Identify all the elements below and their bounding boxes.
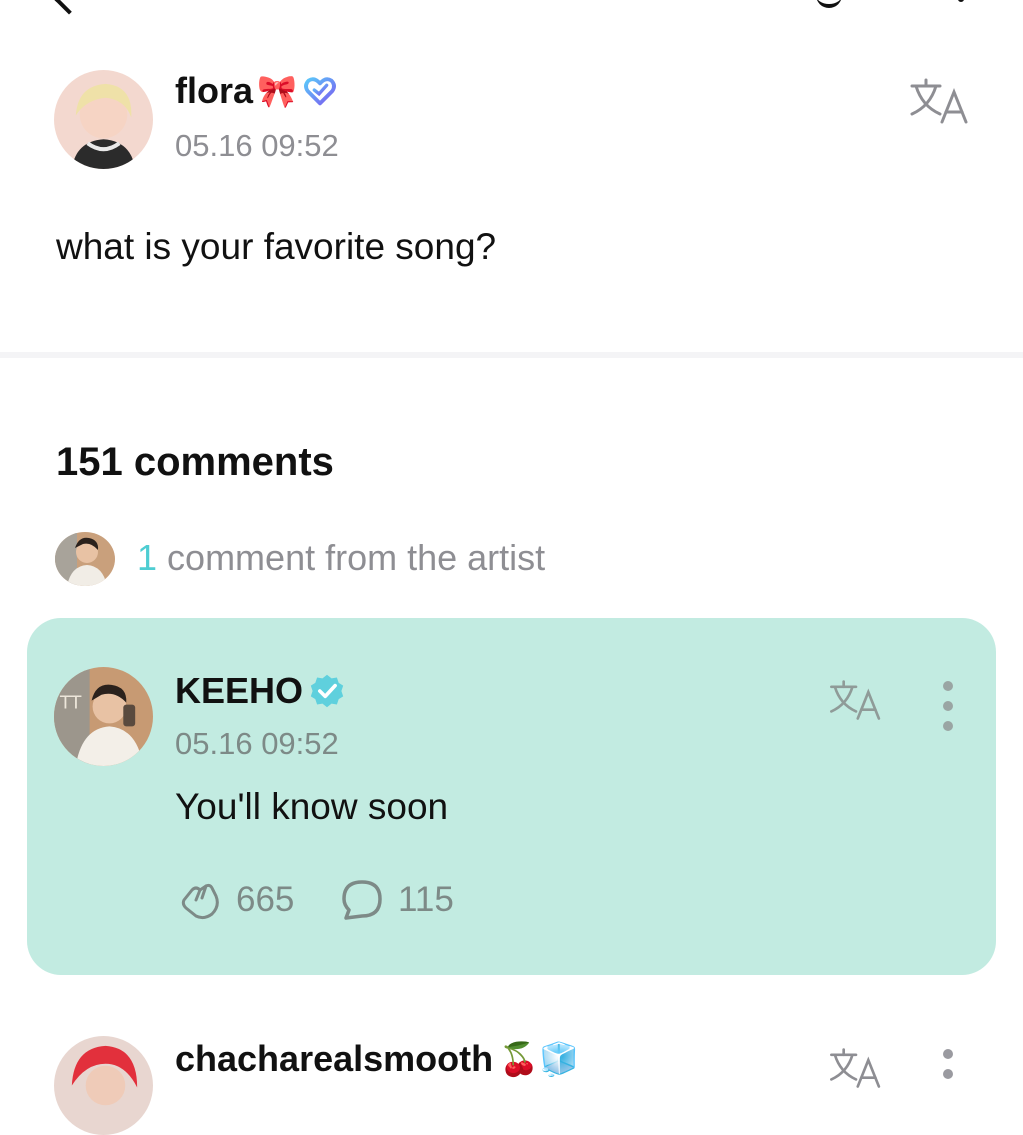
post-author-avatar[interactable] [54,70,153,169]
reply-stat[interactable]: 115 [340,878,454,922]
artist-name[interactable]: KEEHO [175,670,303,712]
post-body-text: what is your favorite song? [56,226,497,267]
artist-comment-timestamp: 05.16 09:52 [175,726,339,761]
more-icon[interactable] [958,0,964,2]
bow-emoji: 🎀 [257,73,297,109]
fan-badge-icon [301,72,339,110]
comments-count: 151 comments [56,440,334,484]
svg-text:TT: TT [59,693,82,714]
section-divider [0,352,1023,358]
share-icon[interactable] [816,0,842,8]
top-navigation-bar [0,0,1023,15]
artist-comment-summary[interactable]: 1 comment from the artist [137,537,545,579]
artist-more-options-icon[interactable] [943,681,953,741]
post-timestamp: 05.16 09:52 [175,128,339,163]
reply-count: 115 [398,880,454,919]
next-comment-author[interactable]: chacharealsmooth [175,1038,493,1080]
cherry-ice-emoji: 🍒🧊 [499,1041,579,1077]
artist-comment-card [27,618,996,975]
like-stat[interactable]: 665 [176,878,294,922]
next-translate-icon[interactable] [827,1046,885,1090]
next-comment-name-row: chacharealsmooth 🍒🧊 [175,1038,579,1080]
post-author-name[interactable]: flora [175,70,253,112]
post-author-row: flora 🎀 [175,70,339,112]
next-comment-avatar[interactable] [54,1036,153,1135]
artist-comment-count: 1 [137,537,158,578]
cheer-icon [176,878,222,922]
artist-mini-avatar [55,532,115,586]
next-more-options-icon[interactable] [943,1049,953,1089]
artist-name-row: KEEHO [175,670,345,712]
like-count: 665 [236,880,295,919]
artist-comment-label: comment from the artist [167,537,546,578]
reply-bubble-icon [340,878,384,922]
artist-avatar[interactable]: TT [54,667,153,766]
artist-comment-text: You'll know soon [175,786,449,827]
back-icon[interactable] [53,0,85,15]
verified-badge-icon [309,673,345,709]
translate-icon[interactable] [908,76,972,126]
artist-translate-icon[interactable] [827,678,885,722]
